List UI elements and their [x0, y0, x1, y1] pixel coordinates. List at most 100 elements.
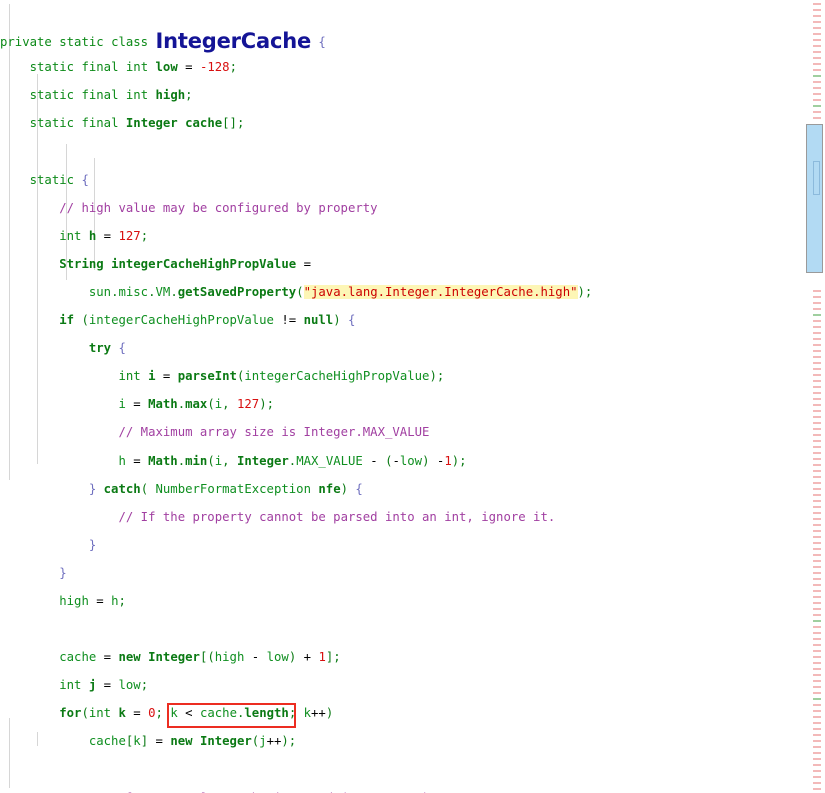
code-line[interactable]: String integerCacheHighPropValue =: [0, 257, 800, 271]
overview-mark: [813, 320, 821, 322]
overview-mark: [813, 764, 821, 766]
code-line[interactable]: int j = low;: [0, 678, 800, 692]
overview-mark: [813, 404, 821, 406]
code-content[interactable]: private static class IntegerCache { stat…: [0, 0, 800, 793]
overview-mark: [813, 398, 821, 400]
overview-mark: [813, 350, 821, 352]
overview-mark: [813, 656, 821, 658]
overview-mark: [813, 542, 821, 544]
overview-mark: [813, 788, 821, 790]
overview-mark: [813, 344, 821, 346]
overview-mark: [813, 464, 821, 466]
overview-mark: [813, 117, 821, 119]
code-line[interactable]: [0, 622, 800, 636]
overview-mark: [813, 51, 821, 53]
code-line[interactable]: if (integerCacheHighPropValue != null) {: [0, 313, 800, 327]
overview-mark: [813, 338, 821, 340]
code-line[interactable]: // If the property cannot be parsed into…: [0, 510, 800, 524]
overview-mark: [813, 710, 821, 712]
code-line[interactable]: // high value may be configured by prope…: [0, 201, 800, 215]
overview-mark: [813, 776, 821, 778]
overview-mark: [813, 536, 821, 538]
overview-mark: [813, 308, 821, 310]
overview-mark: [813, 93, 821, 95]
code-editor[interactable]: private static class IntegerCache { stat…: [0, 0, 825, 793]
overview-mark: [813, 752, 821, 754]
overview-mark: [813, 33, 821, 35]
scrollbar-thumb-inner: [813, 161, 820, 195]
overview-mark: [813, 686, 821, 688]
code-line[interactable]: i = Math.max(i, 127);: [0, 397, 800, 411]
overview-mark: [813, 21, 821, 23]
code-line[interactable]: cache[k] = new Integer(j++);: [0, 734, 800, 748]
overview-mark: [813, 392, 821, 394]
overview-mark: [813, 518, 821, 520]
overview-mark: [813, 506, 821, 508]
overview-mark: [813, 290, 821, 292]
overview-mark: [813, 668, 821, 670]
code-line[interactable]: }: [0, 538, 800, 552]
code-line[interactable]: sun.misc.VM.getSavedProperty("java.lang.…: [0, 284, 800, 299]
code-line[interactable]: [0, 763, 800, 777]
overview-mark: [813, 728, 821, 730]
overview-mark: [813, 770, 821, 772]
code-line[interactable]: try {: [0, 341, 800, 355]
code-line[interactable]: static final int high;: [0, 88, 800, 102]
overview-mark: [813, 698, 821, 700]
code-line[interactable]: private static class IntegerCache {: [0, 31, 800, 52]
scrollbar-thumb[interactable]: [806, 124, 823, 273]
overview-mark: [813, 15, 821, 17]
overview-mark: [813, 554, 821, 556]
overview-mark: [813, 494, 821, 496]
overview-mark: [813, 296, 821, 298]
overview-mark: [813, 572, 821, 574]
code-line[interactable]: [0, 144, 800, 158]
overview-mark: [813, 500, 821, 502]
code-line[interactable]: for(int k = 0; k < cache.length; k++): [0, 706, 800, 720]
code-line[interactable]: cache = new Integer[(high - low) + 1];: [0, 650, 800, 664]
overview-mark: [813, 722, 821, 724]
code-line[interactable]: static final Integer cache[];: [0, 116, 800, 130]
overview-mark: [813, 39, 821, 41]
code-line[interactable]: static {: [0, 173, 800, 187]
code-line[interactable]: // Maximum array size is Integer.MAX_VAL…: [0, 425, 800, 439]
code-line[interactable]: int i = parseInt(integerCacheHighPropVal…: [0, 369, 800, 383]
overview-mark: [813, 524, 821, 526]
code-line[interactable]: h = Math.min(i, Integer.MAX_VALUE - (-lo…: [0, 454, 800, 468]
overview-scrollbar[interactable]: [804, 0, 825, 793]
overview-mark: [813, 758, 821, 760]
code-line[interactable]: static final int low = -128;: [0, 60, 800, 74]
overview-mark: [813, 614, 821, 616]
highlighted-string-literal: "java.lang.Integer.IntegerCache.high": [303, 284, 578, 299]
overview-mark: [813, 746, 821, 748]
overview-mark: [813, 716, 821, 718]
code-line[interactable]: }: [0, 566, 800, 580]
overview-mark: [813, 620, 821, 622]
overview-mark: [813, 356, 821, 358]
overview-mark: [813, 87, 821, 89]
overview-mark: [813, 45, 821, 47]
overview-mark: [813, 632, 821, 634]
overview-mark: [813, 428, 821, 430]
overview-mark: [813, 560, 821, 562]
overview-mark: [813, 470, 821, 472]
overview-mark: [813, 326, 821, 328]
overview-mark: [813, 99, 821, 101]
overview-mark: [813, 590, 821, 592]
code-line[interactable]: high = h;: [0, 594, 800, 608]
overview-mark: [813, 332, 821, 334]
overview-mark: [813, 458, 821, 460]
overview-mark: [813, 314, 821, 316]
overview-mark: [813, 650, 821, 652]
overview-mark: [813, 638, 821, 640]
overview-mark: [813, 608, 821, 610]
overview-mark: [813, 446, 821, 448]
code-line[interactable]: } catch( NumberFormatException nfe) {: [0, 482, 800, 496]
code-line[interactable]: int h = 127;: [0, 229, 800, 243]
overview-mark: [813, 410, 821, 412]
overview-mark: [813, 3, 821, 5]
overview-mark: [813, 434, 821, 436]
overview-mark: [813, 602, 821, 604]
overview-mark: [813, 584, 821, 586]
overview-mark: [813, 57, 821, 59]
